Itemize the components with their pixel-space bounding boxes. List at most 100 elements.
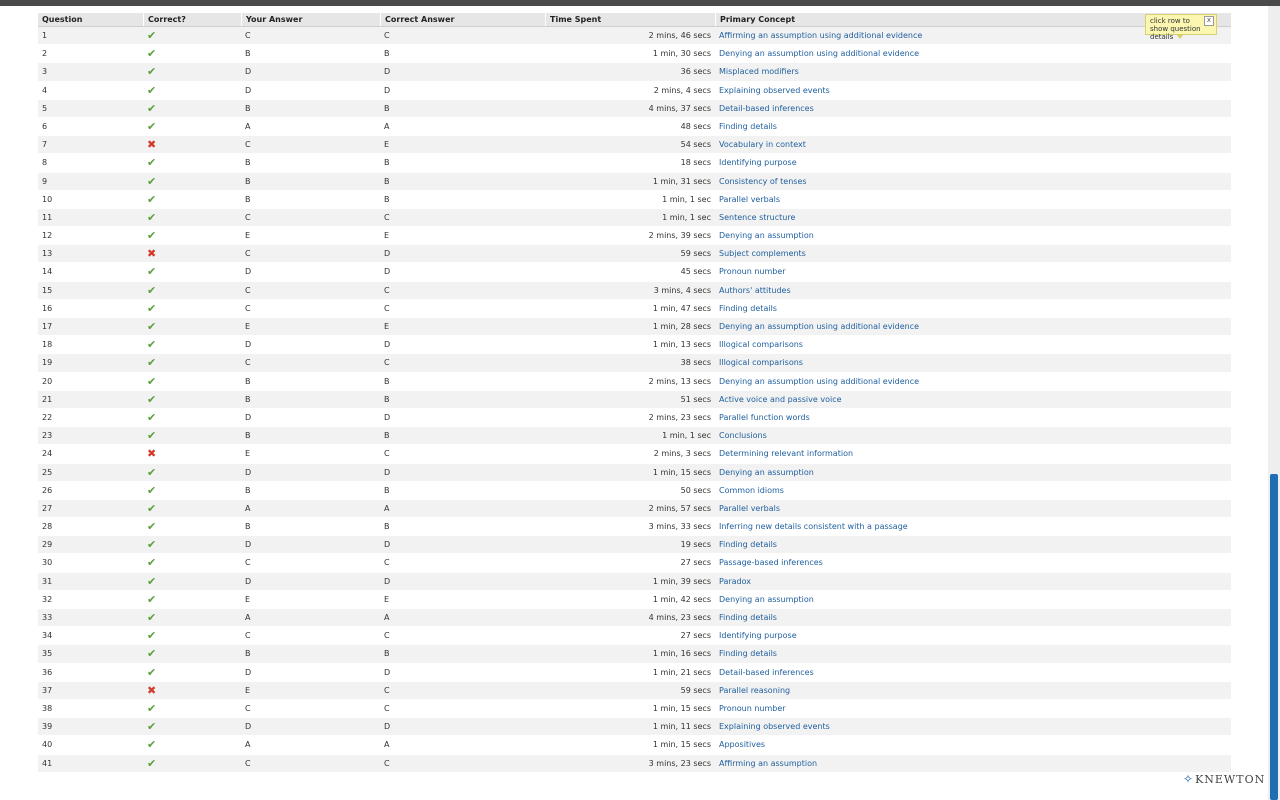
table-row[interactable]: 32 ✔ E E 1 min, 42 secs Denying an assumption [38, 590, 1231, 609]
primary-concept-link[interactable]: Finding details [715, 645, 1231, 662]
table-row[interactable]: 38 ✔ C C 1 min, 15 secs Pronoun number [38, 699, 1231, 719]
primary-concept-link[interactable]: Misplaced modifiers [715, 63, 1231, 80]
table-row[interactable]: 3 ✔ D D 36 secs Misplaced modifiers [38, 63, 1231, 82]
primary-concept-link[interactable]: Illogical comparisons [715, 336, 1231, 353]
table-row[interactable]: 30 ✔ C C 27 secs Passage-based inferences [38, 554, 1231, 573]
table-row[interactable]: 4 ✔ D D 2 mins, 4 secs Explaining observed ev… [38, 81, 1231, 100]
primary-concept-link[interactable]: Denying an assumption using additional e… [715, 373, 1231, 390]
primary-concept-link[interactable]: Passage-based inferences [715, 554, 1231, 571]
table-row[interactable]: 1 ✔ C C 2 mins, 46 secs Affirming an assumpti… [38, 27, 1231, 46]
table-row[interactable]: 40 ✔ A A 1 min, 15 secs Appositives [38, 736, 1231, 755]
primary-concept-link[interactable]: Identifying purpose [715, 627, 1231, 644]
primary-concept-link[interactable]: Sentence structure [715, 209, 1231, 226]
primary-concept-link[interactable]: Parallel verbals [715, 500, 1231, 517]
primary-concept-link[interactable]: Identifying purpose [715, 154, 1231, 171]
primary-concept-link[interactable]: Vocabulary in context [715, 136, 1231, 153]
primary-concept-link[interactable]: Parallel reasoning [715, 682, 1231, 699]
primary-concept-link[interactable]: Common idioms [715, 482, 1231, 499]
table-row[interactable]: 15 ✔ C C 3 mins, 4 secs Authors' attitudes [38, 281, 1231, 300]
header-correct[interactable]: Correct? [143, 13, 241, 26]
table-row[interactable]: 24 ✖ E C 2 mins, 3 secs Determining relevant … [38, 445, 1231, 464]
primary-concept-link[interactable]: Denying an assumption [715, 464, 1231, 481]
primary-concept-link[interactable]: Denying an assumption using additional e… [715, 45, 1231, 62]
primary-concept-link[interactable]: Finding details [715, 300, 1231, 317]
table-row[interactable]: 11 ✔ C C 1 min, 1 sec Sentence structure [38, 208, 1231, 228]
primary-concept-link[interactable]: Parallel verbals [715, 191, 1231, 208]
primary-concept-link[interactable]: Denying an assumption [715, 227, 1231, 244]
table-row[interactable]: 2 ✔ B B 1 min, 30 secs Denying an assumption … [38, 45, 1231, 64]
table-row[interactable]: 6 ✔ A A 48 secs Finding details [38, 117, 1231, 137]
time-spent: 19 secs [680, 540, 711, 550]
primary-concept-link[interactable]: Denying an assumption using additional e… [715, 318, 1231, 335]
primary-concept-link[interactable]: Active voice and passive voice [715, 391, 1231, 408]
primary-concept-link[interactable]: Pronoun number [715, 263, 1231, 280]
table-row[interactable]: 16 ✔ C C 1 min, 47 secs Finding details [38, 299, 1231, 318]
close-icon[interactable]: x [1204, 16, 1214, 26]
primary-concept-link[interactable]: Explaining observed events [715, 718, 1231, 735]
question-number: 1 [42, 31, 48, 40]
primary-concept-link[interactable]: Authors' attitudes [715, 282, 1231, 299]
header-correct-answer[interactable]: Correct Answer [380, 13, 545, 26]
your-answer: A [245, 503, 251, 513]
primary-concept-link[interactable]: Parallel function words [715, 409, 1231, 426]
primary-concept-link[interactable]: Finding details [715, 609, 1231, 626]
table-row[interactable]: 10 ✔ B B 1 min, 1 sec Parallel verbals [38, 190, 1231, 209]
scrollbar-thumb[interactable] [1270, 474, 1278, 800]
table-row[interactable]: 21 ✔ B B 51 secs Active voice and passive voi… [38, 390, 1231, 409]
primary-concept-link[interactable]: Detail-based inferences [715, 664, 1231, 681]
primary-concept-link[interactable]: Detail-based inferences [715, 100, 1231, 117]
question-number: 21 [42, 394, 53, 404]
table-row[interactable]: 29 ✔ D D 19 secs Finding details [38, 536, 1231, 555]
table-row[interactable]: 35 ✔ B B 1 min, 16 secs Finding details [38, 645, 1231, 664]
correct-cell: ✔ [143, 755, 241, 772]
table-row[interactable]: 8 ✔ B B 18 secs Identifying purpose [38, 154, 1231, 173]
table-row[interactable]: 36 ✔ D D 1 min, 21 secs Detail-based inferenc… [38, 663, 1231, 682]
table-row[interactable]: 14 ✔ D D 45 secs Pronoun number [38, 263, 1231, 282]
primary-concept-link[interactable]: Pronoun number [715, 700, 1231, 717]
table-row[interactable]: 12 ✔ E E 2 mins, 39 secs Denying an assumptio… [38, 227, 1231, 246]
table-row[interactable]: 20 ✔ B B 2 mins, 13 secs Denying an assumptio… [38, 372, 1231, 391]
header-question[interactable]: Question [38, 13, 143, 26]
table-row[interactable]: 7 ✖ C E 54 secs Vocabulary in context [38, 136, 1231, 155]
table-row[interactable]: 5 ✔ B B 4 mins, 37 secs Detail-based inferenc… [38, 99, 1231, 118]
primary-concept-link[interactable]: Subject complements [715, 245, 1231, 262]
primary-concept-link[interactable]: Determining relevant information [715, 445, 1231, 462]
checkmark-icon: ✔ [147, 283, 157, 297]
table-row[interactable]: 17 ✔ E E 1 min, 28 secs Denying an assumption… [38, 318, 1231, 337]
primary-concept-link[interactable]: Affirming an assumption [715, 755, 1231, 772]
primary-concept-link[interactable]: Paradox [715, 573, 1231, 590]
primary-concept-link[interactable]: Finding details [715, 536, 1231, 553]
primary-concept-link[interactable]: Inferring new details consistent with a … [715, 518, 1231, 535]
primary-concept-link[interactable]: Consistency of tenses [715, 173, 1231, 190]
table-row[interactable]: 25 ✔ D D 1 min, 15 secs Denying an assumption [38, 463, 1231, 482]
primary-concept-link[interactable]: Appositives [715, 736, 1231, 753]
header-your-answer[interactable]: Your Answer [241, 13, 380, 26]
your-answer: D [245, 412, 252, 422]
table-row[interactable]: 28 ✔ B B 3 mins, 33 secs Inferring new detail… [38, 518, 1231, 537]
table-row[interactable]: 41 ✔ C C 3 mins, 23 secs Affirming an assumpt… [38, 754, 1231, 773]
primary-concept-link[interactable]: Denying an assumption [715, 591, 1231, 608]
header-time-spent[interactable]: Time Spent [545, 13, 715, 26]
table-row[interactable]: 18 ✔ D D 1 min, 13 secs Illogical comparisons [38, 336, 1231, 355]
table-row[interactable]: 23 ✔ B B 1 min, 1 sec Conclusions [38, 427, 1231, 446]
primary-concept-link[interactable]: Illogical comparisons [715, 354, 1231, 371]
primary-concept-link[interactable]: Finding details [715, 118, 1231, 135]
table-row[interactable]: 26 ✔ B B 50 secs Common idioms [38, 481, 1231, 500]
table-row[interactable]: 34 ✔ C C 27 secs Identifying purpose [38, 627, 1231, 646]
table-row[interactable]: 33 ✔ A A 4 mins, 23 secs Finding details [38, 609, 1231, 628]
table-row[interactable]: 37 ✖ E C 59 secs Parallel reasoning [38, 681, 1231, 700]
your-answer: D [245, 85, 252, 95]
time-spent: 1 min, 42 secs [652, 594, 711, 604]
brand-name: KNEWTON [1195, 772, 1266, 786]
table-row[interactable]: 22 ✔ D D 2 mins, 23 secs Parallel function wo… [38, 408, 1231, 428]
table-row[interactable]: 19 ✔ C C 38 secs Illogical comparisons [38, 354, 1231, 373]
table-row[interactable]: 27 ✔ A A 2 mins, 57 secs Parallel verbals [38, 499, 1231, 519]
checkmark-icon: ✔ [147, 720, 157, 734]
primary-concept-link[interactable]: Conclusions [715, 427, 1231, 444]
vertical-scrollbar[interactable] [1268, 6, 1280, 800]
table-row[interactable]: 13 ✖ C D 59 secs Subject complements [38, 245, 1231, 264]
table-row[interactable]: 9 ✔ B B 1 min, 31 secs Consistency of tenses [38, 172, 1231, 191]
table-row[interactable]: 39 ✔ D D 1 min, 11 secs Explaining observed e… [38, 718, 1231, 737]
primary-concept-link[interactable]: Explaining observed events [715, 82, 1231, 99]
table-row[interactable]: 31 ✔ D D 1 min, 39 secs Paradox [38, 572, 1231, 591]
